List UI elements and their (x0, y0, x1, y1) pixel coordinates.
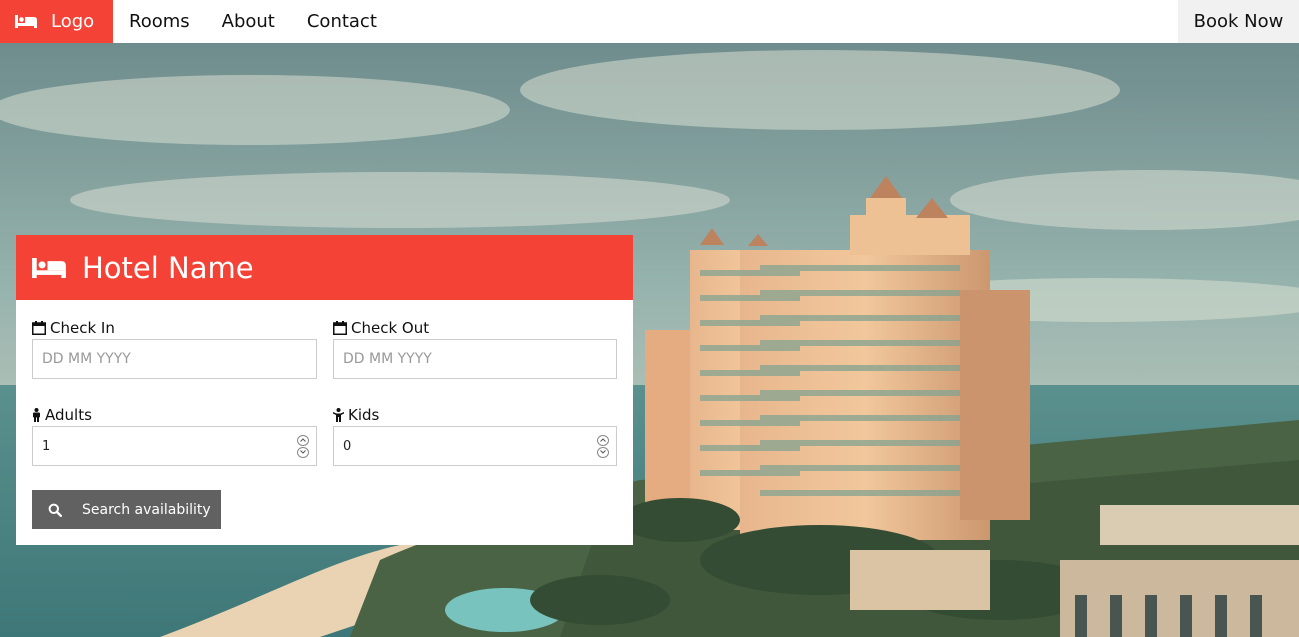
booking-card: Hotel Name Check In DD MM YYYY Check Out… (16, 235, 633, 545)
adults-value: 1 (42, 438, 51, 454)
kids-label-row: Kids (333, 406, 617, 424)
nav-link-rooms[interactable]: Rooms (113, 0, 206, 43)
kids-group: Kids 0 (333, 406, 617, 466)
check-in-input[interactable]: DD MM YYYY (32, 339, 317, 379)
spinner-down-icon[interactable] (597, 446, 609, 458)
check-in-label: Check In (50, 319, 115, 337)
check-in-group: Check In DD MM YYYY (32, 319, 317, 379)
check-in-placeholder: DD MM YYYY (42, 351, 131, 367)
book-now-button[interactable]: Book Now (1178, 0, 1299, 43)
spinner-up-icon[interactable] (297, 434, 309, 446)
calendar-icon (32, 321, 46, 335)
nav-link-contact[interactable]: Contact (291, 0, 393, 43)
check-out-input[interactable]: DD MM YYYY (333, 339, 617, 379)
top-navbar: Logo Rooms About Contact Book Now (0, 0, 1299, 43)
check-out-placeholder: DD MM YYYY (343, 351, 432, 367)
hotel-name-title: Hotel Name (82, 250, 254, 285)
search-icon (48, 503, 62, 517)
spinner-up-icon[interactable] (597, 434, 609, 446)
kids-value: 0 (343, 438, 352, 454)
search-availability-label: Search availability (82, 501, 211, 518)
kids-label: Kids (348, 406, 380, 424)
bed-icon (15, 15, 37, 28)
kids-stepper[interactable]: 0 (333, 426, 617, 466)
check-out-label-row: Check Out (333, 319, 617, 337)
adults-spinner (297, 434, 309, 458)
adults-group: Adults 1 (32, 406, 317, 466)
child-icon (333, 408, 344, 422)
bed-icon (32, 257, 66, 278)
calendar-icon (333, 321, 347, 335)
adults-stepper[interactable]: 1 (32, 426, 317, 466)
spinner-down-icon[interactable] (297, 446, 309, 458)
kids-spinner (597, 434, 609, 458)
booking-form: Check In DD MM YYYY Check Out DD MM YYYY (32, 319, 617, 466)
search-availability-button[interactable]: Search availability (32, 490, 221, 529)
male-icon (33, 408, 40, 422)
check-out-group: Check Out DD MM YYYY (333, 319, 617, 379)
adults-label-row: Adults (32, 406, 317, 424)
adults-label: Adults (45, 406, 92, 424)
check-in-label-row: Check In (32, 319, 317, 337)
logo-label: Logo (51, 11, 95, 32)
logo-link[interactable]: Logo (0, 0, 113, 43)
check-out-label: Check Out (351, 319, 430, 337)
booking-card-header: Hotel Name (16, 235, 633, 300)
nav-link-about[interactable]: About (206, 0, 291, 43)
